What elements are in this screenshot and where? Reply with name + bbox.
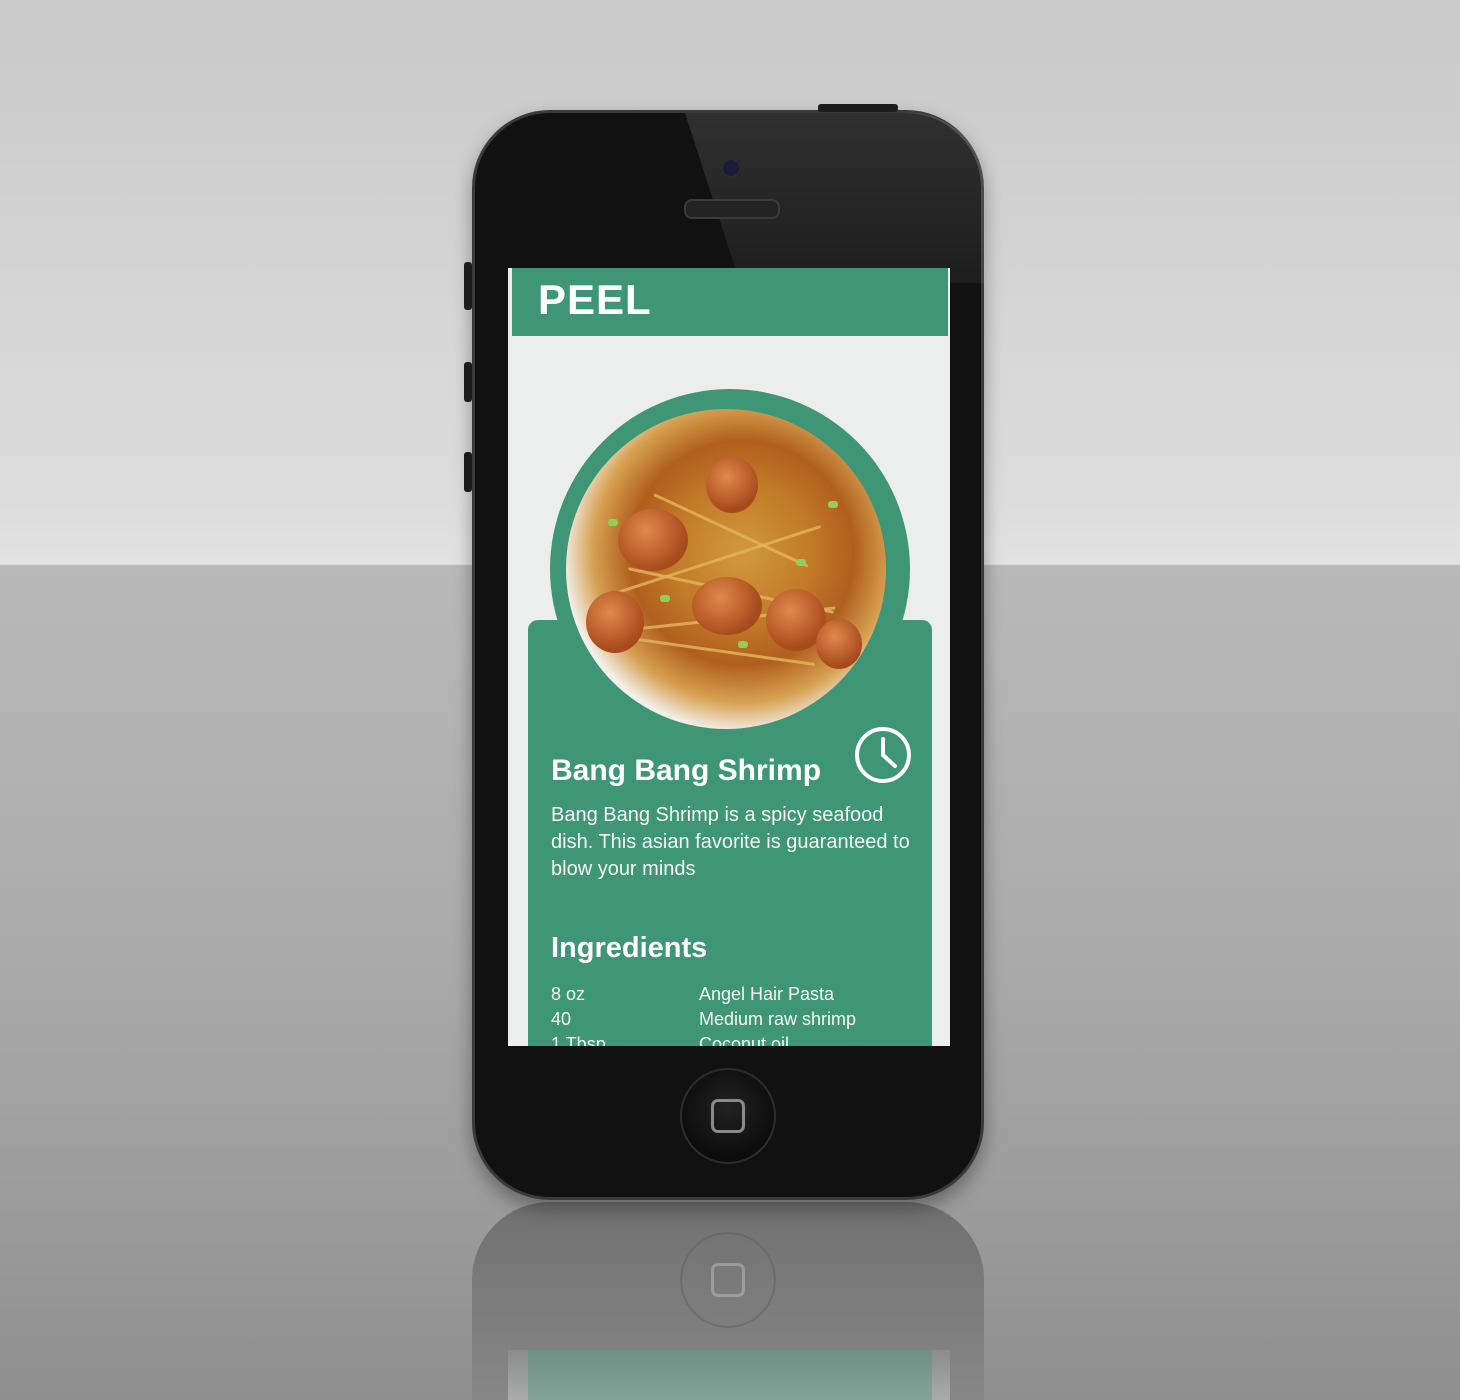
ingredient-row: 40 Medium raw shrimp [551, 1009, 931, 1034]
ingredient-row: 8 oz Angel Hair Pasta [551, 984, 931, 1009]
ingredient-quantity: 40 [551, 1009, 572, 1029]
home-square-reflection-icon [711, 1263, 745, 1297]
phone-reflection [472, 1202, 984, 1400]
screen-glare [685, 113, 985, 283]
mute-switch[interactable] [464, 262, 472, 310]
home-button-icon[interactable] [680, 1068, 776, 1164]
volume-up-button[interactable] [464, 362, 472, 402]
app-title: PEEL [538, 276, 652, 323]
ingredients-heading: Ingredients [551, 932, 708, 964]
screen-reflection [508, 1350, 950, 1400]
ingredient-name: Coconut oil [699, 1034, 790, 1046]
ingredient-name: Angel Hair Pasta [699, 984, 835, 1004]
ingredient-quantity: 1 Tbsp [551, 1034, 606, 1046]
home-square-icon [711, 1099, 745, 1133]
clock-icon[interactable] [854, 726, 912, 784]
home-button-reflection-icon [680, 1232, 776, 1328]
ingredient-quantity: 8 oz [551, 984, 586, 1004]
recipe-photo[interactable] [566, 409, 886, 729]
ingredients-list: 8 oz Angel Hair Pasta 40 Medium raw shri… [551, 984, 931, 1046]
card-reflection [528, 1350, 932, 1400]
volume-down-button[interactable] [464, 452, 472, 492]
app-screen: PEEL Bang Bang Shrimp Bang Bang Shrimp i… [508, 268, 950, 1046]
front-camera-icon [721, 158, 741, 178]
app-header: PEEL [512, 268, 948, 336]
recipe-title: Bang Bang Shrimp [551, 754, 822, 787]
ingredient-row: 1 Tbsp Coconut oil [551, 1034, 931, 1046]
power-button[interactable] [818, 104, 898, 112]
ingredient-name: Medium raw shrimp [699, 1009, 857, 1029]
earpiece-speaker-icon [684, 199, 780, 219]
recipe-description: Bang Bang Shrimp is a spicy seafood dish… [551, 804, 910, 880]
